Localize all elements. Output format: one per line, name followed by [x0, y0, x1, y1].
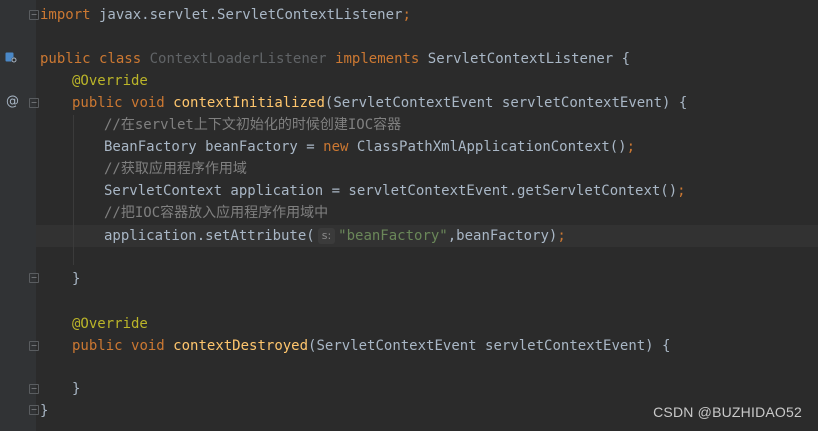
code-line-import: import javax.servlet.ServletContextListe…: [40, 4, 411, 26]
annotation-override: @Override: [72, 316, 148, 332]
keyword-import: import: [40, 7, 91, 23]
keyword-void: void: [131, 338, 165, 354]
code-line-override-2: @Override: [72, 313, 148, 335]
code-line-close-destroy: }: [72, 378, 80, 400]
method-params: (ServletContextEvent servletContextEvent…: [308, 338, 671, 354]
keyword-class: class: [99, 51, 142, 67]
semicolon: ;: [402, 7, 411, 23]
open-brace: {: [613, 51, 631, 67]
annotation-override: @Override: [72, 73, 148, 89]
set-attribute-call: application.setAttribute(: [104, 228, 315, 244]
code-line-application: ServletContext application = servletCont…: [104, 180, 686, 202]
code-line-comment-3: //把IOC容器放入应用程序作用域中: [104, 202, 328, 224]
code-editor[interactable]: import javax.servlet.ServletContextListe…: [0, 0, 818, 431]
keyword-void: void: [131, 95, 165, 111]
watermark: CSDN @BUZHIDAO52: [653, 404, 802, 420]
code-line-set-attribute: application.setAttribute(s: "beanFactory"…: [104, 225, 566, 247]
code-line-override-1: @Override: [72, 70, 148, 92]
semicolon: ;: [677, 183, 686, 199]
parameter-hint: s:: [317, 228, 336, 244]
application-decl: ServletContext application = servletCont…: [104, 183, 678, 199]
beanfactory-decl: BeanFactory beanFactory =: [104, 139, 324, 155]
method-name-context-destroyed: contextDestroyed: [173, 338, 309, 354]
class-name: ContextLoaderListener: [149, 51, 327, 67]
code-line-beanfactory: BeanFactory beanFactory = new ClassPathX…: [104, 136, 635, 158]
close-brace: }: [72, 271, 81, 287]
method-name-context-initialized: contextInitialized: [173, 95, 325, 111]
keyword-implements: implements: [335, 51, 420, 67]
constructor-call: ClassPathXmlApplicationContext(): [348, 139, 627, 155]
code-line-close-class: }: [40, 400, 48, 422]
code-line-destroy-decl: public void contextDestroyed(ServletCont…: [72, 335, 670, 357]
keyword-new: new: [323, 139, 349, 155]
method-params: (ServletContextEvent servletContextEvent…: [324, 95, 688, 111]
interface-name: ServletContextListener: [427, 51, 614, 67]
string-literal: "beanFactory": [338, 228, 448, 244]
semicolon: ;: [557, 228, 566, 244]
keyword-public: public: [72, 95, 123, 111]
set-attribute-args: ,beanFactory): [447, 228, 558, 244]
comment: //把IOC容器放入应用程序作用域中: [104, 205, 329, 221]
close-brace: }: [40, 403, 49, 419]
close-brace: }: [72, 381, 81, 397]
code-line-comment-2: //获取应用程序作用域: [104, 158, 247, 180]
keyword-public: public: [40, 51, 91, 67]
code-line-init-decl: public void contextInitialized(ServletCo…: [72, 92, 687, 114]
code-line-close-init: }: [72, 268, 80, 290]
comment: //获取应用程序作用域: [104, 161, 247, 177]
keyword-public: public: [72, 338, 123, 354]
comment: //在servlet上下文初始化的时候创建IOC容器: [104, 117, 402, 133]
code-line-class-decl: public class ContextLoaderListener imple…: [40, 48, 630, 70]
semicolon: ;: [626, 139, 636, 155]
import-path: javax.servlet.ServletContextListener: [90, 7, 403, 23]
code-line-comment-1: //在servlet上下文初始化的时候创建IOC容器: [104, 114, 401, 136]
